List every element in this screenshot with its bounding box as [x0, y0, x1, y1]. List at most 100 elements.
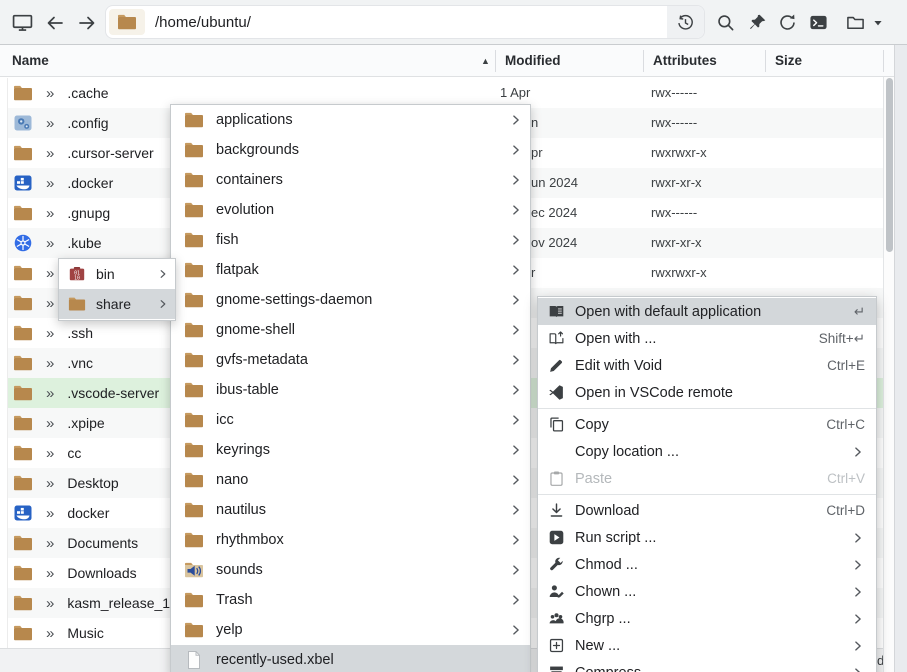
address-bar[interactable]: /home/ubuntu/	[106, 6, 704, 38]
context-menu-item[interactable]: Chmod ...	[538, 551, 876, 578]
context-menu-item[interactable]: Open in VSCode remote	[538, 379, 876, 406]
context-menu-item[interactable]: Compress ...	[538, 659, 876, 672]
submenu-item-label: applications	[216, 112, 293, 128]
context-menu-item[interactable]: Copy Ctrl+C	[538, 411, 876, 438]
submenu-item[interactable]: nautilus	[171, 495, 530, 525]
column-header-size[interactable]: Size	[775, 45, 802, 77]
terminal-button[interactable]	[804, 8, 833, 37]
submenu-item[interactable]: Trash	[171, 585, 530, 615]
history-button[interactable]	[667, 6, 704, 38]
context-menu-item[interactable]: Copy location ...	[538, 438, 876, 465]
submenu-item[interactable]: yelp	[171, 615, 530, 645]
context-menu-item[interactable]: Open with ... Shift+↵	[538, 325, 876, 352]
context-menu-item[interactable]: Edit with Void Ctrl+E	[538, 352, 876, 379]
expand-chevrons-icon[interactable]: »	[46, 445, 54, 462]
sort-ascending-icon: ▲	[481, 45, 490, 77]
expand-chevrons-icon[interactable]: »	[46, 415, 54, 432]
menu-item-label: Chgrp ...	[575, 611, 631, 627]
expand-chevrons-icon[interactable]: »	[46, 265, 54, 282]
column-header-attributes[interactable]: Attributes	[653, 45, 717, 77]
menu-item-label: New ...	[575, 638, 620, 654]
context-menu-item[interactable]: New ...	[538, 632, 876, 659]
pin-button[interactable]	[743, 8, 772, 37]
expand-chevrons-icon[interactable]: »	[46, 595, 54, 612]
search-button[interactable]	[711, 8, 740, 37]
menu-item-label: Open with default application	[575, 304, 761, 320]
context-menu-item[interactable]: Download Ctrl+D	[538, 497, 876, 524]
submenu-item[interactable]: backgrounds	[171, 135, 530, 165]
expand-chevrons-icon[interactable]: »	[46, 85, 54, 102]
refresh-button[interactable]	[773, 8, 802, 37]
desktop-button[interactable]	[8, 8, 37, 37]
path-input[interactable]: /home/ubuntu/	[155, 14, 251, 31]
submenu-item[interactable]: containers	[171, 165, 530, 195]
menu-item-label: Paste	[575, 471, 612, 487]
caret-down-icon	[870, 15, 886, 31]
submenu-item[interactable]: gnome-shell	[171, 315, 530, 345]
flyout-item[interactable]: bin	[59, 259, 175, 289]
menu-item-shortcut: Ctrl+E	[827, 358, 865, 373]
submenu-item[interactable]: flatpak	[171, 255, 530, 285]
submenu-item-label: gnome-settings-daemon	[216, 292, 372, 308]
view-dropdown-button[interactable]	[867, 8, 889, 37]
submenu-item[interactable]: gnome-settings-daemon	[171, 285, 530, 315]
flyout-item[interactable]: share	[59, 289, 175, 319]
submenu-item[interactable]: recently-used.xbel	[171, 645, 530, 672]
search-icon	[716, 13, 735, 32]
column-header-name[interactable]: Name	[12, 45, 49, 77]
expand-chevrons-icon[interactable]: »	[46, 115, 54, 132]
expand-chevrons-icon[interactable]: »	[46, 325, 54, 342]
submenu-item[interactable]: rhythmbox	[171, 525, 530, 555]
expand-chevrons-icon[interactable]: »	[46, 385, 54, 402]
folder-view-button[interactable]	[841, 8, 870, 37]
page-scrollbar[interactable]	[894, 45, 907, 672]
expand-chevrons-icon[interactable]: »	[46, 475, 54, 492]
context-menu: Open with default application ↵ Open wit…	[537, 296, 877, 672]
context-menu-item[interactable]: Paste Ctrl+V	[538, 465, 876, 492]
folder-icon	[184, 410, 204, 430]
context-menu-item[interactable]: Chown ...	[538, 578, 876, 605]
submenu-item-label: nautilus	[216, 502, 266, 518]
file-name: Downloads	[67, 565, 136, 581]
submenu-item[interactable]: ibus-table	[171, 375, 530, 405]
folder-contents-submenu: applications backgrounds containers evol…	[170, 104, 531, 672]
folder-icon	[13, 533, 33, 553]
forward-arrow-icon	[77, 13, 97, 33]
expand-chevrons-icon[interactable]: »	[46, 235, 54, 252]
modified-cell: ec 2024	[531, 198, 577, 228]
context-menu-item[interactable]: Run script ...	[538, 524, 876, 551]
column-header-modified[interactable]: Modified	[505, 45, 561, 77]
table-scrollbar[interactable]	[883, 77, 894, 672]
expand-chevrons-icon[interactable]: »	[46, 625, 54, 642]
folder-icon	[13, 383, 33, 403]
back-button[interactable]	[40, 8, 69, 37]
file-name: .xpipe	[67, 415, 104, 431]
submenu-item[interactable]: evolution	[171, 195, 530, 225]
expand-chevrons-icon[interactable]: »	[46, 535, 54, 552]
submenu-item[interactable]: keyrings	[171, 435, 530, 465]
folder-icon	[184, 110, 204, 130]
expand-chevrons-icon[interactable]: »	[46, 175, 54, 192]
submenu-item[interactable]: applications	[171, 105, 530, 135]
forward-button[interactable]	[72, 8, 101, 37]
expand-chevrons-icon[interactable]: »	[46, 295, 54, 312]
scrollbar-thumb[interactable]	[886, 78, 893, 252]
expand-chevrons-icon[interactable]: »	[46, 145, 54, 162]
submenu-item[interactable]: fish	[171, 225, 530, 255]
context-menu-item[interactable]: Chgrp ...	[538, 605, 876, 632]
expand-chevrons-icon[interactable]: »	[46, 565, 54, 582]
submenu-item[interactable]: nano	[171, 465, 530, 495]
current-folder-button[interactable]	[109, 9, 145, 35]
submenu-item[interactable]: sounds	[171, 555, 530, 585]
expand-chevrons-icon[interactable]: »	[46, 505, 54, 522]
file-name: docker	[67, 505, 109, 521]
context-menu-item[interactable]: Open with default application ↵	[538, 298, 876, 325]
expand-chevrons-icon[interactable]: »	[46, 355, 54, 372]
chevron-right-icon	[509, 143, 523, 157]
submenu-item[interactable]: icc	[171, 405, 530, 435]
copy-icon	[548, 416, 565, 433]
menu-item-shortcut: Shift+↵	[819, 331, 865, 347]
submenu-item[interactable]: gvfs-metadata	[171, 345, 530, 375]
expand-chevrons-icon[interactable]: »	[46, 205, 54, 222]
submenu-item-label: rhythmbox	[216, 532, 284, 548]
